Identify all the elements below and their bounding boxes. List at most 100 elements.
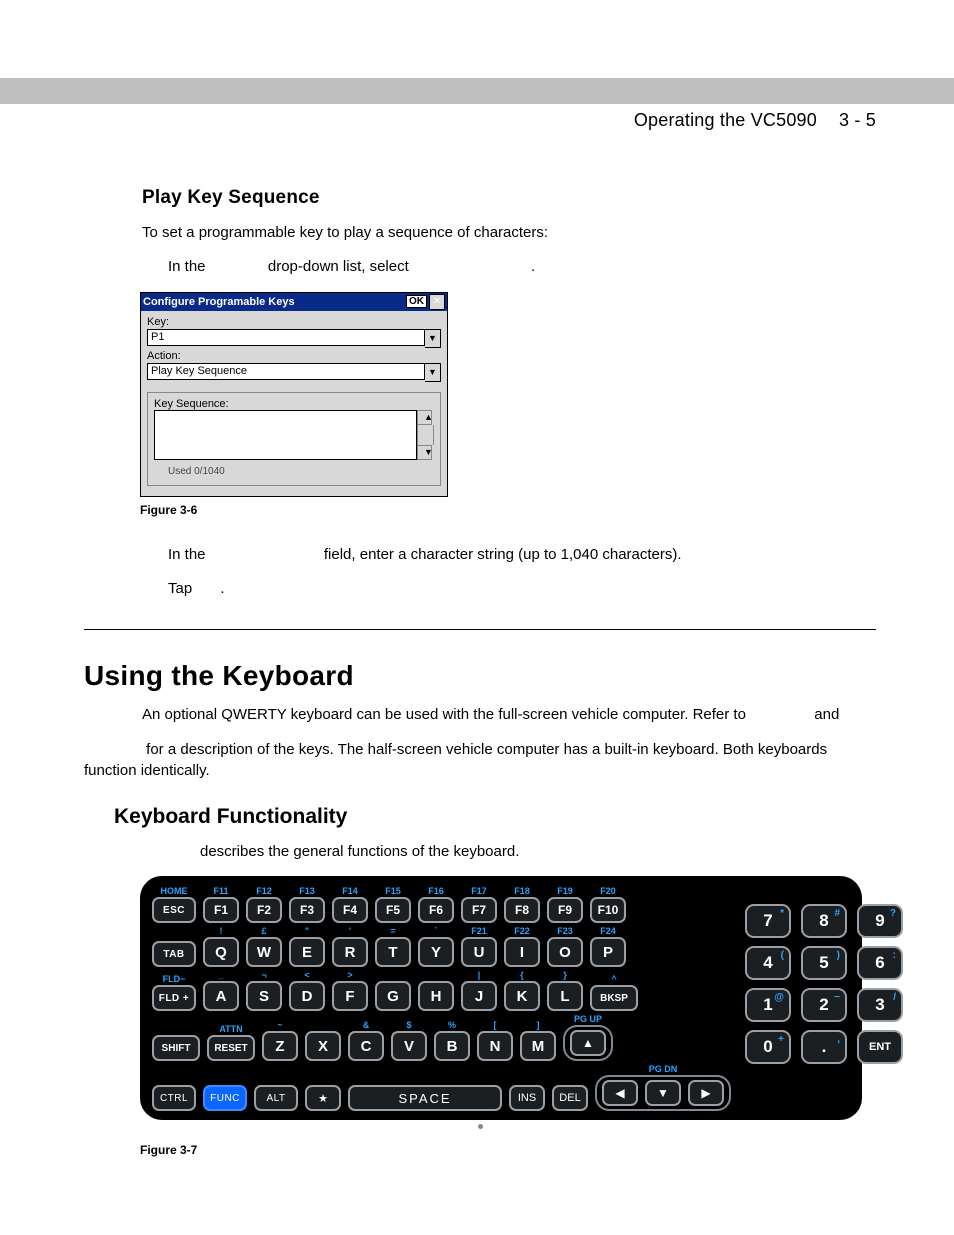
r2-tab-key[interactable]: TAB [152,941,196,967]
r3-a-key[interactable]: A [203,981,239,1011]
key-top-label: HOME [152,886,196,896]
r1-f5-key[interactable]: F5 [375,897,411,923]
scrollbar-rail[interactable] [417,425,434,445]
key-sequence-label: Key Sequence: [154,398,434,410]
key-top-label: ] [520,1020,556,1030]
key-top-label: ` [418,926,454,936]
r1-f7-key[interactable]: F7 [461,897,497,923]
alt-key[interactable]: ALT [254,1085,298,1111]
r3-f-key[interactable]: F [332,981,368,1011]
numpad-1-key[interactable]: 1@ [745,988,791,1022]
key-top-label: FLD− [152,974,196,984]
close-icon[interactable]: ✕ [429,294,445,310]
r3-d-key[interactable]: D [289,981,325,1011]
r2-e-key[interactable]: E [289,937,325,967]
numpad-7-key[interactable]: 7* [745,904,791,938]
arrow-down-key[interactable]: ▼ [645,1080,681,1106]
scroll-up-icon[interactable]: ▲ [417,410,432,425]
key-top-label: _ [203,970,239,980]
heading-using-the-keyboard: Using the Keyboard [84,660,876,692]
key-top-label: | [461,970,497,980]
ok-button[interactable]: OK [406,295,427,308]
r2-q-key[interactable]: Q [203,937,239,967]
figure-3-6-caption: Figure 3-6 [140,503,876,517]
r1-f1-key[interactable]: F1 [203,897,239,923]
r1-f3-key[interactable]: F3 [289,897,325,923]
ins-key[interactable]: INS [509,1085,545,1111]
r2-u-key[interactable]: U [461,937,497,967]
numpad-2-key[interactable]: 2− [801,988,847,1022]
r2-r-key[interactable]: R [332,937,368,967]
step-3: Tap . [168,579,876,599]
r4-b-key[interactable]: B [434,1031,470,1061]
r2-p-key[interactable]: P [590,937,626,967]
numpad-6-key[interactable]: 6: [857,946,903,980]
r3-g-key[interactable]: G [375,981,411,1011]
r2-y-key[interactable]: Y [418,937,454,967]
r1-f4-key[interactable]: F4 [332,897,368,923]
space-key[interactable]: SPACE [348,1085,502,1111]
r1-f9-key[interactable]: F9 [547,897,583,923]
keyboard-intro: An optional QWERTY keyboard can be used … [142,704,876,725]
key-top-label: $ [391,1020,427,1030]
action-dropdown[interactable] [147,363,425,380]
key-top-label: F23 [547,926,583,936]
r1-f10-key[interactable]: F10 [590,897,626,923]
numpad-3-key[interactable]: 3/ [857,988,903,1022]
scroll-down-icon[interactable]: ▼ [417,445,432,460]
arrow-right-key[interactable]: ▶ [688,1080,724,1106]
r1-esc-key[interactable]: ESC [152,897,196,923]
intro-text: To set a programmable key to play a sequ… [142,223,876,243]
del-key[interactable]: DEL [552,1085,588,1111]
key-dropdown[interactable] [147,329,425,346]
arrow-up-key[interactable]: ▲ [570,1030,606,1056]
key-top-label: ^ [592,974,636,984]
chevron-down-icon[interactable]: ▼ [425,329,441,348]
r4-x-key[interactable]: X [305,1031,341,1061]
r4-c-key[interactable]: C [348,1031,384,1061]
keyboard-functionality-body: describes the general functions of the k… [200,841,876,862]
keyboard-figure: HOMEESCF11F1F12F2F13F3F14F4F15F5F16F6F17… [140,876,862,1120]
r4-reset-key[interactable]: RESET [207,1035,255,1061]
r2-i-key[interactable]: I [504,937,540,967]
r1-f8-key[interactable]: F8 [504,897,540,923]
key-top-label: £ [246,926,282,936]
numpad-.-key[interactable]: ., [801,1030,847,1064]
r3-bksp-key[interactable]: BKSP [590,985,638,1011]
numpad-4-key[interactable]: 4( [745,946,791,980]
key-top-label: F17 [461,886,497,896]
numpad-9-key[interactable]: 9? [857,904,903,938]
dialog-title: Configure Programable Keys [143,296,406,308]
key-top-label: F13 [289,886,325,896]
r4-n-key[interactable]: N [477,1031,513,1061]
star-key[interactable]: ★ [305,1085,341,1111]
key-sequence-textarea[interactable] [154,410,417,460]
r4-shift-key[interactable]: SHIFT [152,1035,200,1061]
r4-m-key[interactable]: M [520,1031,556,1061]
r2-o-key[interactable]: O [547,937,583,967]
r3-s-key[interactable]: S [246,981,282,1011]
numpad-0-key[interactable]: 0+ [745,1030,791,1064]
r3-k-key[interactable]: K [504,981,540,1011]
key-top-label: ATTN [209,1024,253,1034]
r3-l-key[interactable]: L [547,981,583,1011]
numpad-5-key[interactable]: 5) [801,946,847,980]
r1-f6-key[interactable]: F6 [418,897,454,923]
r1-f2-key[interactable]: F2 [246,897,282,923]
arrow-left-key[interactable]: ◀ [602,1080,638,1106]
numpad-8-key[interactable]: 8# [801,904,847,938]
used-counter: Used 0/1040 [168,466,434,477]
r2-w-key[interactable]: W [246,937,282,967]
ctrl-key[interactable]: CTRL [152,1085,196,1111]
key-top-label: ¬ [246,970,282,980]
r4-v-key[interactable]: V [391,1031,427,1061]
r2-t-key[interactable]: T [375,937,411,967]
numpad-ent-key[interactable]: ENT [857,1030,903,1064]
func-key[interactable]: FUNC [203,1085,247,1111]
r3-j-key[interactable]: J [461,981,497,1011]
r4-z-key[interactable]: Z [262,1031,298,1061]
chevron-down-icon[interactable]: ▼ [425,363,441,382]
key-top-label: = [375,926,411,936]
r3-fld-key[interactable]: FLD + [152,985,196,1011]
r3-h-key[interactable]: H [418,981,454,1011]
